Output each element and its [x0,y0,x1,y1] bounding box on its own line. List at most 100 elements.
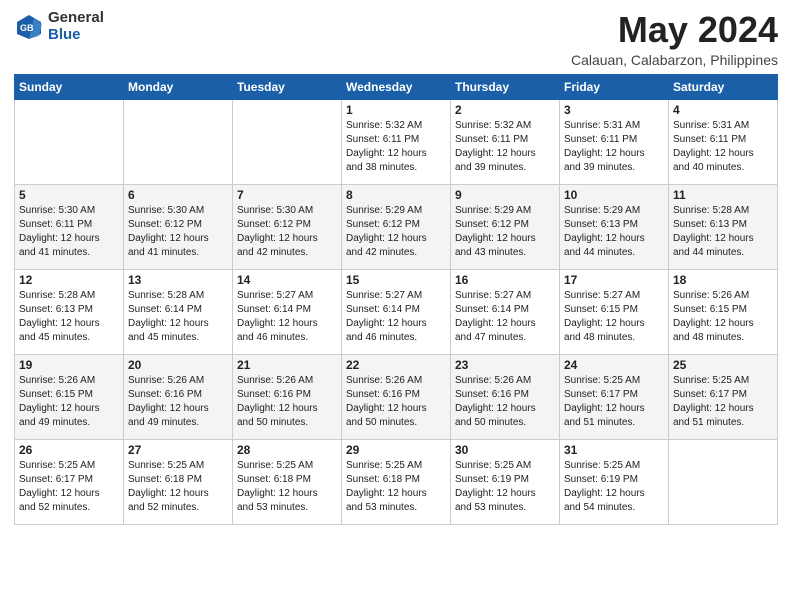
calendar-cell: 31 Sunrise: 5:25 AM Sunset: 6:19 PM Dayli… [560,439,669,524]
calendar-cell: 20Sunrise: 5:26 AM Sunset: 6:16 PM Dayli… [124,354,233,439]
header: GB General Blue May 2024 Calauan, Calaba… [14,10,778,68]
calendar-cell: 1Sunrise: 5:32 AM Sunset: 6:11 PM Daylig… [342,99,451,184]
calendar-cell: 13 Sunrise: 5:28 AM Sunset: 6:14 PM Dayli… [124,269,233,354]
calendar-cell: 10Sunrise: 5:29 AM Sunset: 6:13 PM Dayli… [560,184,669,269]
weekday-header-cell: Sunday [15,74,124,99]
calendar-cell: 14 Sunrise: 5:27 AM Sunset: 6:14 PM Dayli… [233,269,342,354]
day-number: 9 [455,188,555,202]
calendar-week-row: 1Sunrise: 5:32 AM Sunset: 6:11 PM Daylig… [15,99,778,184]
day-number: 28 [237,443,337,457]
calendar-cell: 27 Sunrise: 5:25 AM Sunset: 6:18 PM Dayli… [124,439,233,524]
calendar-table: SundayMondayTuesdayWednesdayThursdayFrid… [14,74,778,525]
logo: GB General Blue [14,10,104,43]
title-location: Calauan, Calabarzon, Philippines [571,52,778,68]
calendar-body: 1Sunrise: 5:32 AM Sunset: 6:11 PM Daylig… [15,99,778,524]
day-number: 17 [564,273,664,287]
day-detail: Sunrise: 5:31 AM Sunset: 6:11 PM Dayligh… [673,119,773,175]
day-detail: Sunrise: 5:27 AM Sunset: 6:14 PM Dayligh… [455,289,555,345]
day-detail: Sunrise: 5:25 AM Sunset: 6:19 PM Dayligh… [455,459,555,515]
day-number: 27 [128,443,228,457]
svg-text:GB: GB [20,23,34,33]
weekday-header-cell: Monday [124,74,233,99]
calendar-cell: 17 Sunrise: 5:27 AM Sunset: 6:15 PM Dayli… [560,269,669,354]
day-detail: Sunrise: 5:28 AM Sunset: 6:13 PM Dayligh… [19,289,119,345]
calendar-cell: 25 Sunrise: 5:25 AM Sunset: 6:17 PM Dayli… [669,354,778,439]
calendar-cell [15,99,124,184]
day-number: 15 [346,273,446,287]
day-detail: Sunrise: 5:28 AM Sunset: 6:13 PM Dayligh… [673,204,773,260]
page: GB General Blue May 2024 Calauan, Calaba… [0,0,792,612]
day-detail: Sunrise: 5:29 AM Sunset: 6:12 PM Dayligh… [346,204,446,260]
day-detail: Sunrise: 5:25 AM Sunset: 6:19 PM Dayligh… [564,459,664,515]
calendar-cell: 2Sunrise: 5:32 AM Sunset: 6:11 PM Daylig… [451,99,560,184]
day-detail: Sunrise: 5:30 AM Sunset: 6:12 PM Dayligh… [237,204,337,260]
day-detail: Sunrise: 5:32 AM Sunset: 6:11 PM Dayligh… [346,119,446,175]
calendar-cell: 6Sunrise: 5:30 AM Sunset: 6:12 PM Daylig… [124,184,233,269]
day-number: 14 [237,273,337,287]
day-detail: Sunrise: 5:29 AM Sunset: 6:13 PM Dayligh… [564,204,664,260]
day-number: 8 [346,188,446,202]
day-number: 25 [673,358,773,372]
day-number: 24 [564,358,664,372]
day-number: 7 [237,188,337,202]
day-number: 18 [673,273,773,287]
day-detail: Sunrise: 5:30 AM Sunset: 6:11 PM Dayligh… [19,204,119,260]
calendar-cell [669,439,778,524]
day-number: 13 [128,273,228,287]
calendar-cell: 19 Sunrise: 5:26 AM Sunset: 6:15 PM Dayli… [15,354,124,439]
day-detail: Sunrise: 5:28 AM Sunset: 6:14 PM Dayligh… [128,289,228,345]
day-detail: Sunrise: 5:25 AM Sunset: 6:17 PM Dayligh… [19,459,119,515]
calendar-cell: 30Sunrise: 5:25 AM Sunset: 6:19 PM Dayli… [451,439,560,524]
calendar-cell [124,99,233,184]
calendar-cell: 11Sunrise: 5:28 AM Sunset: 6:13 PM Dayli… [669,184,778,269]
day-detail: Sunrise: 5:25 AM Sunset: 6:18 PM Dayligh… [237,459,337,515]
day-number: 31 [564,443,664,457]
weekday-header-cell: Friday [560,74,669,99]
day-detail: Sunrise: 5:27 AM Sunset: 6:15 PM Dayligh… [564,289,664,345]
day-number: 2 [455,103,555,117]
calendar-cell: 3 Sunrise: 5:31 AM Sunset: 6:11 PM Daylig… [560,99,669,184]
day-number: 23 [455,358,555,372]
day-number: 19 [19,358,119,372]
day-number: 12 [19,273,119,287]
day-number: 20 [128,358,228,372]
logo-icon: GB [14,12,44,42]
day-detail: Sunrise: 5:26 AM Sunset: 6:16 PM Dayligh… [237,374,337,430]
day-detail: Sunrise: 5:27 AM Sunset: 6:14 PM Dayligh… [346,289,446,345]
day-number: 5 [19,188,119,202]
calendar-cell: 15 Sunrise: 5:27 AM Sunset: 6:14 PM Dayli… [342,269,451,354]
day-detail: Sunrise: 5:26 AM Sunset: 6:15 PM Dayligh… [673,289,773,345]
day-detail: Sunrise: 5:27 AM Sunset: 6:14 PM Dayligh… [237,289,337,345]
calendar-cell: 4 Sunrise: 5:31 AM Sunset: 6:11 PM Daylig… [669,99,778,184]
day-detail: Sunrise: 5:26 AM Sunset: 6:15 PM Dayligh… [19,374,119,430]
day-number: 3 [564,103,664,117]
calendar-week-row: 19 Sunrise: 5:26 AM Sunset: 6:15 PM Dayli… [15,354,778,439]
title-block: May 2024 Calauan, Calabarzon, Philippine… [571,10,778,68]
calendar-week-row: 5 Sunrise: 5:30 AM Sunset: 6:11 PM Daylig… [15,184,778,269]
day-detail: Sunrise: 5:25 AM Sunset: 6:18 PM Dayligh… [346,459,446,515]
calendar-week-row: 26 Sunrise: 5:25 AM Sunset: 6:17 PM Dayli… [15,439,778,524]
logo-general: General [48,10,104,27]
day-number: 4 [673,103,773,117]
weekday-header-cell: Thursday [451,74,560,99]
calendar-cell: 24Sunrise: 5:25 AM Sunset: 6:17 PM Dayli… [560,354,669,439]
day-number: 16 [455,273,555,287]
weekday-header-cell: Wednesday [342,74,451,99]
calendar-cell: 23Sunrise: 5:26 AM Sunset: 6:16 PM Dayli… [451,354,560,439]
calendar-cell: 5 Sunrise: 5:30 AM Sunset: 6:11 PM Daylig… [15,184,124,269]
day-detail: Sunrise: 5:29 AM Sunset: 6:12 PM Dayligh… [455,204,555,260]
title-month: May 2024 [571,10,778,50]
calendar-cell: 8 Sunrise: 5:29 AM Sunset: 6:12 PM Daylig… [342,184,451,269]
calendar-cell: 7 Sunrise: 5:30 AM Sunset: 6:12 PM Daylig… [233,184,342,269]
day-detail: Sunrise: 5:25 AM Sunset: 6:18 PM Dayligh… [128,459,228,515]
day-detail: Sunrise: 5:25 AM Sunset: 6:17 PM Dayligh… [673,374,773,430]
calendar-cell: 12 Sunrise: 5:28 AM Sunset: 6:13 PM Dayli… [15,269,124,354]
calendar-cell [233,99,342,184]
day-detail: Sunrise: 5:31 AM Sunset: 6:11 PM Dayligh… [564,119,664,175]
day-number: 29 [346,443,446,457]
calendar-cell: 29 Sunrise: 5:25 AM Sunset: 6:18 PM Dayli… [342,439,451,524]
calendar-cell: 26 Sunrise: 5:25 AM Sunset: 6:17 PM Dayli… [15,439,124,524]
day-number: 26 [19,443,119,457]
day-number: 22 [346,358,446,372]
day-detail: Sunrise: 5:30 AM Sunset: 6:12 PM Dayligh… [128,204,228,260]
